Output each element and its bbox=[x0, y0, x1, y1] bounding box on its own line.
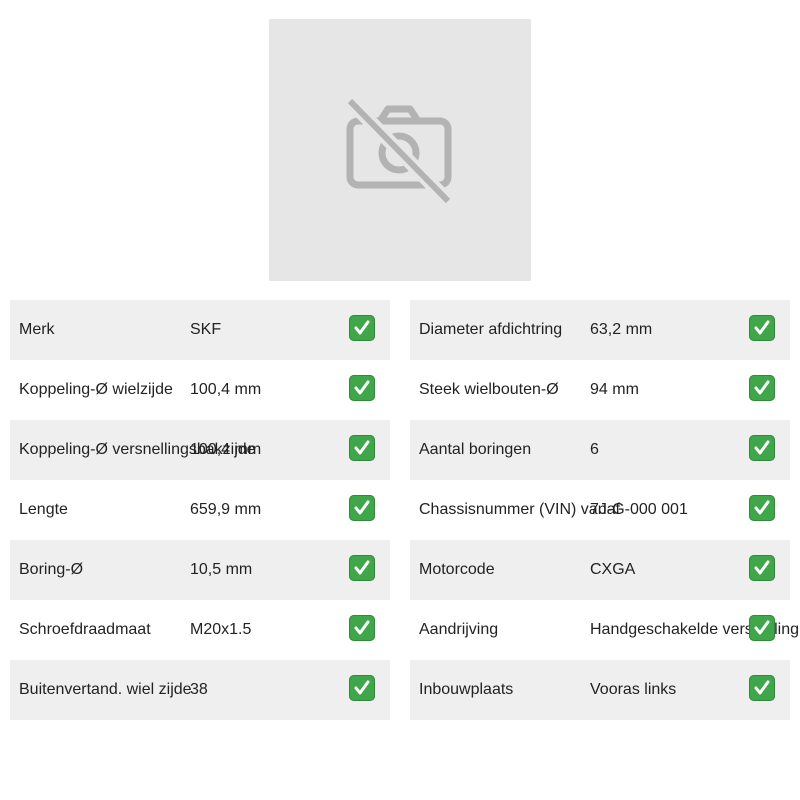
check-mark-icon bbox=[749, 375, 775, 401]
spec-value: M20x1.5 bbox=[190, 621, 252, 638]
check-mark-icon bbox=[349, 315, 375, 341]
check-mark-icon bbox=[349, 555, 375, 581]
spec-value: Vooras links bbox=[590, 681, 677, 698]
check-mark-icon bbox=[349, 375, 375, 401]
spec-row: Koppeling-Ø wielzijde 100,4 mm bbox=[10, 360, 390, 420]
no-photo-icon bbox=[345, 97, 453, 206]
spec-value: 659,9 mm bbox=[190, 501, 262, 518]
spec-row: Buitenvertand. wiel zijde 38 bbox=[10, 660, 390, 720]
spec-row: Motorcode CXGA bbox=[410, 540, 790, 600]
check-mark-icon bbox=[749, 555, 775, 581]
spec-label: Aantal boringen bbox=[419, 441, 532, 458]
spec-label: Buitenvertand. wiel zijde bbox=[19, 681, 192, 698]
spec-value: 38 bbox=[190, 681, 208, 698]
spec-value: CXGA bbox=[590, 561, 636, 578]
spec-row: Merk SKF bbox=[10, 300, 390, 360]
spec-row: Chassisnummer (VIN) vanaf 7J-G-000 001 bbox=[410, 480, 790, 540]
spec-label: Boring-Ø bbox=[19, 561, 84, 578]
spec-row: Boring-Ø 10,5 mm bbox=[10, 540, 390, 600]
spec-label: Aandrijving bbox=[419, 621, 499, 638]
spec-table-right: Diameter afdichtring 63,2 mm Steek wielb… bbox=[410, 300, 799, 720]
check-mark-icon bbox=[349, 615, 375, 641]
spec-row: Inbouwplaats Vooras links bbox=[410, 660, 790, 720]
check-mark-icon bbox=[749, 675, 775, 701]
spec-label: Lengte bbox=[19, 501, 68, 518]
check-mark-icon bbox=[349, 495, 375, 521]
spec-label: Merk bbox=[19, 321, 55, 338]
spec-table-left: Merk SKF Koppeling-Ø wielzijde 100,4 mm … bbox=[10, 300, 390, 720]
spec-row: Aandrijving Handgeschakelde versnelling bbox=[410, 600, 799, 660]
spec-value: 94 mm bbox=[590, 381, 639, 398]
spec-value: 6 bbox=[590, 441, 599, 458]
spec-row: Lengte 659,9 mm bbox=[10, 480, 390, 540]
spec-value: SKF bbox=[190, 321, 222, 338]
check-mark-icon bbox=[349, 675, 375, 701]
product-image-placeholder bbox=[269, 19, 531, 281]
spec-label: Koppeling-Ø wielzijde bbox=[19, 381, 173, 398]
spec-label: Inbouwplaats bbox=[419, 681, 514, 698]
spec-row: Steek wielbouten-Ø 94 mm bbox=[410, 360, 790, 420]
check-mark-icon bbox=[349, 435, 375, 461]
spec-value: 7J-G-000 001 bbox=[590, 501, 688, 518]
spec-value: 63,2 mm bbox=[590, 321, 653, 338]
spec-label: Motorcode bbox=[419, 561, 495, 578]
spec-label: Diameter afdichtring bbox=[419, 321, 563, 338]
check-mark-icon bbox=[749, 435, 775, 461]
check-mark-icon bbox=[749, 615, 775, 641]
spec-row: Diameter afdichtring 63,2 mm bbox=[410, 300, 790, 360]
spec-row: Koppeling-Ø versnellingsbakzijde 100,4 m… bbox=[10, 420, 390, 480]
spec-label: Schroefdraadmaat bbox=[19, 621, 151, 638]
spec-value: 100,4 mm bbox=[190, 441, 262, 458]
spec-row: Aantal boringen 6 bbox=[410, 420, 790, 480]
spec-value: 100,4 mm bbox=[190, 381, 262, 398]
spec-label: Steek wielbouten-Ø bbox=[419, 381, 559, 398]
spec-value: 10,5 mm bbox=[190, 561, 253, 578]
check-mark-icon bbox=[749, 495, 775, 521]
spec-row: Schroefdraadmaat M20x1.5 bbox=[10, 600, 390, 660]
check-mark-icon bbox=[749, 315, 775, 341]
